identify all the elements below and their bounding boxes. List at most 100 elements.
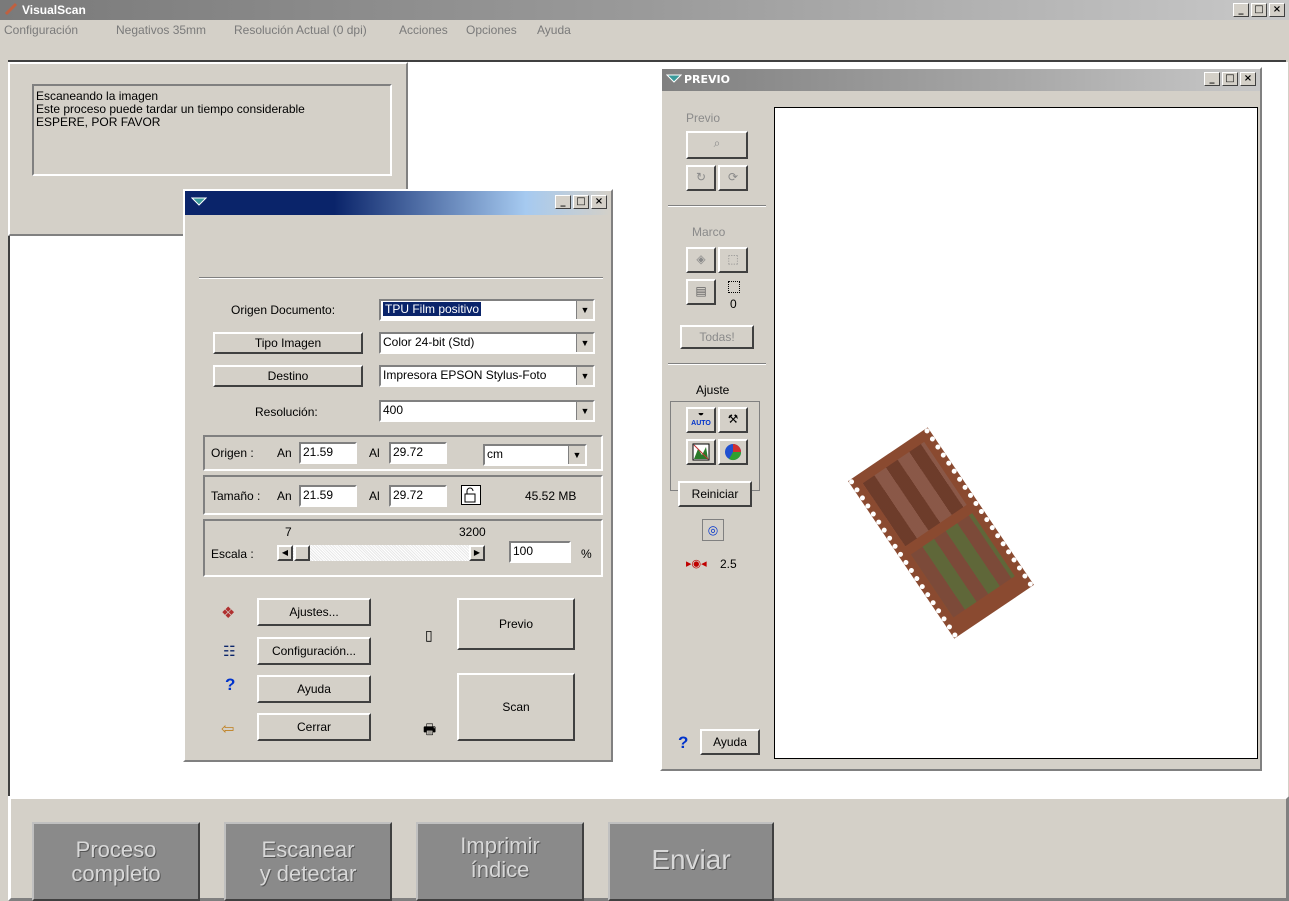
menu-resolucion[interactable]: Resolución Actual (0 dpi) (234, 23, 367, 37)
tools-icon[interactable]: ⚒ (718, 407, 748, 433)
resolution-select[interactable]: 400 ▼ (379, 400, 595, 422)
origin-label: Origen Documento: (231, 303, 336, 317)
chevron-down-icon[interactable]: ▼ (576, 367, 593, 385)
preview-button[interactable]: Previo (457, 598, 575, 650)
minimize-icon[interactable]: _ (1233, 3, 1249, 17)
size-row: Tamaño : An 21.59 Al 29.72 45.52 MB (203, 475, 603, 515)
scroll-left-icon[interactable]: ◀ (277, 545, 293, 561)
minimize-icon[interactable]: _ (555, 195, 571, 209)
frame-select-icon[interactable]: ⬚ (718, 247, 748, 273)
chevron-down-icon[interactable]: ▼ (576, 402, 593, 420)
menu-configuracion[interactable]: Configuración (4, 23, 78, 37)
zoom-refresh-icon[interactable]: ⟳ (718, 165, 748, 191)
preview-help-button[interactable]: Ayuda (700, 729, 760, 755)
rotate-icon[interactable]: ↻ (686, 165, 716, 191)
scale-label: Escala : (211, 547, 254, 561)
film-strip-image (848, 427, 1034, 639)
image-type-select[interactable]: Color 24-bit (Std) ▼ (379, 332, 595, 354)
window-controls: _ □ × (1233, 3, 1285, 17)
percent-label: % (581, 547, 592, 561)
settings-icon: ❖ (221, 605, 236, 622)
reset-button[interactable]: Reiniciar (678, 481, 752, 507)
menu-ayuda[interactable]: Ayuda (537, 23, 571, 37)
menu-acciones[interactable]: Acciones (399, 23, 448, 37)
scan-dialog-controls: _ □ × (555, 195, 607, 209)
lock-icon[interactable] (461, 485, 481, 505)
help-button[interactable]: Ayuda (257, 675, 371, 703)
origin-row-label: Origen : (211, 446, 254, 460)
image-type-button[interactable]: Tipo Imagen (213, 332, 363, 354)
preview-canvas[interactable] (774, 107, 1258, 759)
scan-button[interactable]: Scan (457, 673, 575, 741)
scale-row: 7 3200 Escala : ◀ ▶ 100 % (203, 519, 603, 577)
close-icon[interactable]: × (1240, 72, 1256, 86)
all-frames-button[interactable]: Todas! (680, 325, 754, 349)
zoom-eye-icon: ▸◉◂ (686, 558, 707, 570)
scale-min: 7 (285, 525, 292, 539)
print-index-line2: índice (470, 857, 530, 882)
origin-row: Origen : An 21.59 Al 29.72 cm ▼ (203, 435, 603, 471)
frame-document-icon[interactable]: ▤ (686, 279, 716, 305)
zoom-value: 2.5 (720, 557, 737, 571)
preview-window-controls: _ □ × (1204, 72, 1256, 86)
adjust-section-label: Ajuste (696, 383, 730, 397)
app-title: VisualScan (22, 3, 86, 17)
scale-input[interactable]: 100 (509, 541, 571, 563)
print-index-line1: Imprimir (460, 833, 540, 858)
origin-an-label: An (277, 446, 292, 460)
close-icon[interactable]: × (1269, 3, 1285, 17)
color-balance-icon[interactable] (718, 439, 748, 465)
minimize-icon[interactable]: _ (1204, 72, 1220, 86)
close-button[interactable]: Cerrar (257, 713, 371, 741)
scale-max: 3200 (459, 525, 486, 539)
resolution-value: 400 (383, 403, 404, 417)
divider (199, 277, 603, 279)
size-an-label: An (277, 489, 292, 503)
auto-exposure-icon[interactable]: ◒ AUTO (686, 407, 716, 433)
maximize-icon[interactable]: □ (573, 195, 589, 209)
menu-opciones[interactable]: Opciones (466, 23, 517, 37)
scale-slider[interactable]: ◀ ▶ (277, 545, 485, 561)
frame-section-label: Marco (692, 225, 726, 239)
config-button[interactable]: Configuración... (257, 637, 371, 665)
printer-icon: 🖶 (423, 721, 437, 737)
destination-select[interactable]: Impresora EPSON Stylus-Foto ▼ (379, 365, 595, 387)
print-index-button[interactable]: Imprimir índice (416, 822, 584, 901)
scan-detect-button[interactable]: Escanear y detectar (224, 822, 392, 901)
preview-zoom-icon[interactable]: ⌕ (686, 131, 748, 159)
unit-select[interactable]: cm ▼ (483, 444, 587, 466)
size-mb: 45.52 MB (525, 489, 577, 503)
scroll-right-icon[interactable]: ▶ (469, 545, 485, 561)
histogram-icon[interactable] (686, 439, 716, 465)
maximize-icon[interactable]: □ (1251, 3, 1267, 17)
scan-detect-line2: y detectar (259, 861, 357, 886)
process-complete-button[interactable]: Proceso completo (32, 822, 200, 901)
densitometer-icon[interactable]: ◎ (702, 519, 724, 541)
destination-value: Impresora EPSON Stylus-Foto (383, 368, 547, 382)
destination-button[interactable]: Destino (213, 365, 363, 387)
help-icon: ? (678, 733, 689, 752)
origin-select[interactable]: TPU Film positivo ▼ (379, 299, 595, 321)
chevron-down-icon[interactable]: ▼ (568, 446, 585, 464)
scanner-icon (190, 195, 208, 212)
chevron-down-icon[interactable]: ▼ (576, 301, 593, 319)
process-complete-line2: completo (71, 861, 161, 886)
close-icon[interactable]: × (591, 195, 607, 209)
origin-al-label: Al (369, 446, 380, 460)
menu-negativos[interactable]: Negativos 35mm (116, 23, 206, 37)
slider-thumb[interactable] (294, 545, 310, 561)
status-line-3: ESPERE, POR FAVOR (36, 115, 161, 129)
size-an-input[interactable]: 21.59 (299, 485, 357, 507)
scan-detect-line1: Escanear (261, 837, 355, 862)
exit-icon: ⇦ (221, 721, 235, 738)
status-box: Escaneando la imagen Este proceso puede … (32, 84, 392, 176)
frame-add-icon[interactable]: ◈ (686, 247, 716, 273)
origin-al-input[interactable]: 29.72 (389, 442, 447, 464)
send-button[interactable]: Enviar (608, 822, 774, 901)
maximize-icon[interactable]: □ (1222, 72, 1238, 86)
size-al-input[interactable]: 29.72 (389, 485, 447, 507)
settings-button[interactable]: Ajustes... (257, 598, 371, 626)
chevron-down-icon[interactable]: ▼ (576, 334, 593, 352)
origin-an-input[interactable]: 21.59 (299, 442, 357, 464)
app-title-bar: VisualScan _ □ × (0, 0, 1289, 20)
